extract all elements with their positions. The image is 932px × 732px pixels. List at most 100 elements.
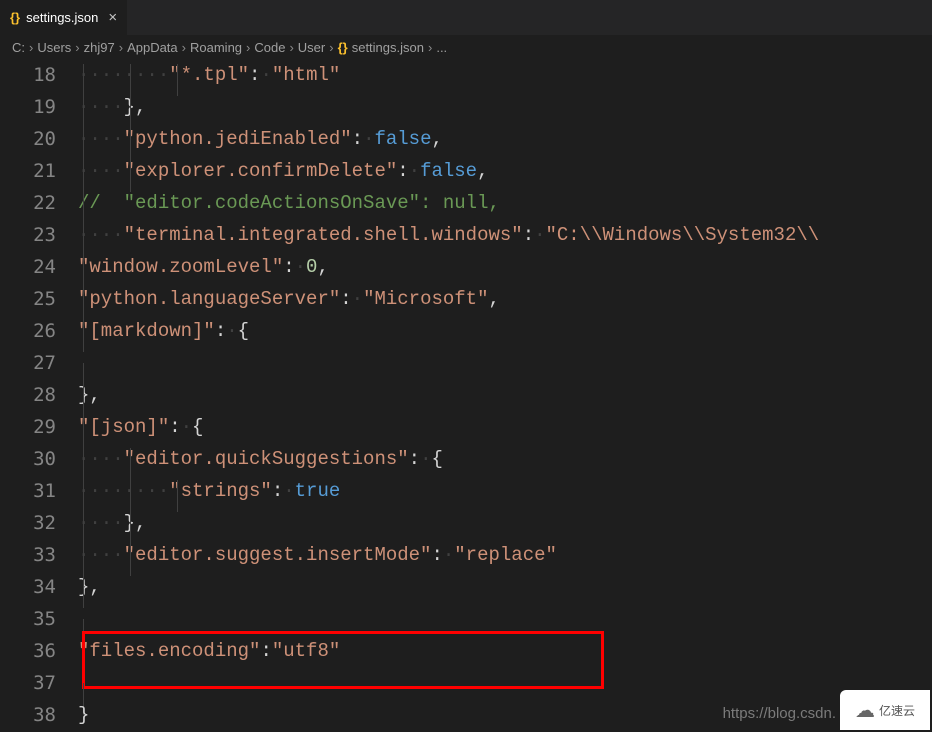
code-content[interactable]: ········"strings":·true: [78, 480, 932, 502]
code-content[interactable]: },: [78, 384, 932, 406]
token-ws: ·: [409, 160, 420, 182]
code-line[interactable]: 26"[markdown]":·{: [0, 315, 932, 347]
code-line[interactable]: 37: [0, 667, 932, 699]
code-content[interactable]: ····"editor.quickSuggestions":·{: [78, 448, 932, 470]
tab-title: settings.json: [26, 10, 98, 25]
code-content[interactable]: },: [78, 576, 932, 598]
indent-guide: [83, 128, 84, 160]
code-content[interactable]: ········"*.tpl":·"html": [78, 64, 932, 86]
code-line[interactable]: 31········"strings":·true: [0, 475, 932, 507]
code-line[interactable]: 22// "editor.codeActionsOnSave": null,: [0, 187, 932, 219]
json-icon: {}: [10, 10, 20, 25]
token-str: "files.encoding": [78, 640, 260, 662]
code-line[interactable]: 32····},: [0, 507, 932, 539]
code-content[interactable]: // "editor.codeActionsOnSave": null,: [78, 192, 932, 214]
token-p: :: [340, 288, 351, 310]
indent-guide: [83, 544, 84, 576]
breadcrumb-trail[interactable]: ...: [436, 40, 447, 55]
code-content[interactable]: ····"terminal.integrated.shell.windows":…: [78, 224, 932, 246]
code-line[interactable]: 19····},: [0, 91, 932, 123]
code-line[interactable]: 30····"editor.quickSuggestions":·{: [0, 443, 932, 475]
code-content[interactable]: ····},: [78, 96, 932, 118]
chevron-right-icon: ›: [289, 40, 293, 55]
line-number: 34: [0, 576, 78, 598]
line-number: 23: [0, 224, 78, 246]
code-line[interactable]: 33····"editor.suggest.insertMode":·"repl…: [0, 539, 932, 571]
token-p: :: [352, 128, 363, 150]
breadcrumb-item[interactable]: Code: [254, 40, 285, 55]
code-content[interactable]: "files.encoding":"utf8": [78, 640, 932, 662]
code-line[interactable]: 34},: [0, 571, 932, 603]
token-ws: ·: [534, 224, 545, 246]
token-p: },: [78, 576, 101, 598]
token-p: :: [397, 160, 408, 182]
chevron-right-icon: ›: [182, 40, 186, 55]
line-number: 38: [0, 704, 78, 726]
breadcrumb-item[interactable]: AppData: [127, 40, 178, 55]
token-p: ,: [431, 128, 442, 150]
indent-guide: [130, 160, 131, 192]
token-p: ,: [488, 288, 499, 310]
code-content[interactable]: "[json]":·{: [78, 416, 932, 438]
breadcrumb-file[interactable]: settings.json: [352, 40, 424, 55]
token-p: :: [169, 416, 180, 438]
code-content[interactable]: ····"editor.suggest.insertMode":·"replac…: [78, 544, 932, 566]
breadcrumb[interactable]: C:›Users›zhj97›AppData›Roaming›Code›User…: [0, 35, 932, 59]
token-str: "utf8": [272, 640, 340, 662]
token-p: }: [78, 704, 89, 726]
line-number: 36: [0, 640, 78, 662]
code-content[interactable]: "python.languageServer":·"Microsoft",: [78, 288, 932, 310]
token-str: "explorer.confirmDelete": [124, 160, 398, 182]
breadcrumb-item[interactable]: Users: [37, 40, 71, 55]
code-content[interactable]: ····},: [78, 512, 932, 534]
token-p: ,: [477, 160, 488, 182]
line-number: 30: [0, 448, 78, 470]
code-content[interactable]: ····"explorer.confirmDelete":·false,: [78, 160, 932, 182]
token-str: "C:\\Windows\\System32\\: [546, 224, 820, 246]
indent-guide: [83, 256, 84, 288]
breadcrumb-item[interactable]: Roaming: [190, 40, 242, 55]
code-line[interactable]: 29"[json]":·{: [0, 411, 932, 443]
line-number: 37: [0, 672, 78, 694]
code-line[interactable]: 21····"explorer.confirmDelete":·false,: [0, 155, 932, 187]
code-line[interactable]: 20····"python.jediEnabled":·false,: [0, 123, 932, 155]
code-line[interactable]: 23····"terminal.integrated.shell.windows…: [0, 219, 932, 251]
line-number: 26: [0, 320, 78, 342]
code-line[interactable]: 18········"*.tpl":·"html": [0, 59, 932, 91]
token-p: :: [431, 544, 442, 566]
code-line[interactable]: 35: [0, 603, 932, 635]
token-ws: ·: [181, 416, 192, 438]
code-content[interactable]: "[markdown]":·{: [78, 320, 932, 342]
indent-guide: [83, 224, 84, 256]
indent-guide: [130, 480, 131, 512]
code-line[interactable]: 36"files.encoding":"utf8": [0, 635, 932, 667]
close-icon[interactable]: ×: [108, 9, 117, 26]
token-ws: ·: [283, 480, 294, 502]
tab-settings-json[interactable]: {} settings.json ×: [0, 0, 128, 35]
token-ws: ·: [420, 448, 431, 470]
token-ws: ·: [443, 544, 454, 566]
token-p: },: [124, 512, 147, 534]
line-number: 27: [0, 352, 78, 374]
code-line[interactable]: 27: [0, 347, 932, 379]
line-number: 21: [0, 160, 78, 182]
token-p: :: [260, 640, 271, 662]
code-content[interactable]: ····"python.jediEnabled":·false,: [78, 128, 932, 150]
token-str: "html": [272, 64, 340, 86]
code-content[interactable]: "window.zoomLevel":·0,: [78, 256, 932, 278]
token-ws: ·: [352, 288, 363, 310]
token-str: "strings": [169, 480, 272, 502]
code-editor[interactable]: 18········"*.tpl":·"html"19····},20····"…: [0, 59, 932, 731]
breadcrumb-item[interactable]: User: [298, 40, 325, 55]
breadcrumb-item[interactable]: zhj97: [84, 40, 115, 55]
code-line[interactable]: 24"window.zoomLevel":·0,: [0, 251, 932, 283]
indent-guide: [83, 576, 84, 608]
token-kc: true: [295, 480, 341, 502]
line-number: 22: [0, 192, 78, 214]
code-line[interactable]: 28},: [0, 379, 932, 411]
token-ws: ····: [78, 224, 124, 246]
token-str: "python.jediEnabled": [124, 128, 352, 150]
token-str: "window.zoomLevel": [78, 256, 283, 278]
breadcrumb-item[interactable]: C:: [12, 40, 25, 55]
code-line[interactable]: 25"python.languageServer":·"Microsoft",: [0, 283, 932, 315]
